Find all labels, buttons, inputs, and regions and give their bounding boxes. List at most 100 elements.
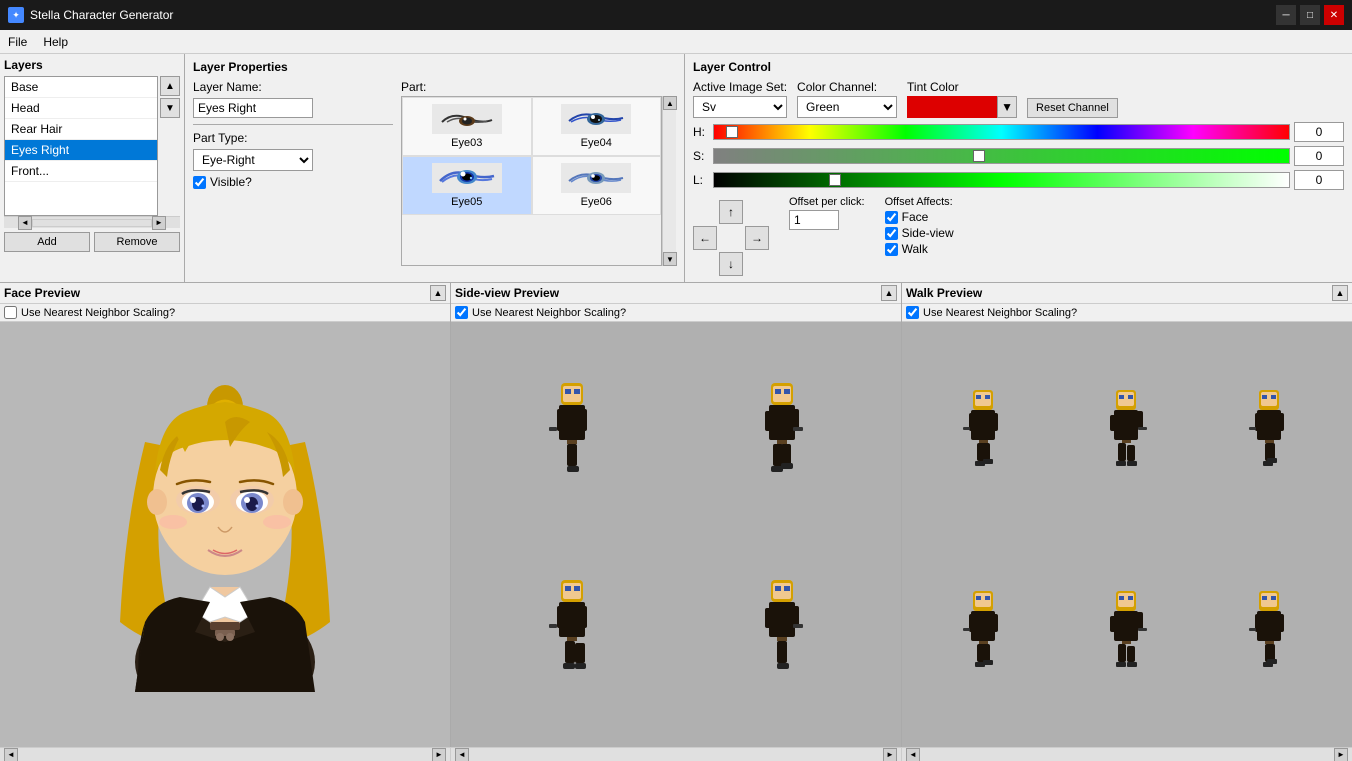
eye03-label: Eye03 <box>451 137 482 149</box>
layer-move-down-button[interactable]: ▼ <box>160 98 180 118</box>
menu-file[interactable]: File <box>0 33 35 51</box>
walk-hscroll-section[interactable]: ◄ ► <box>902 748 1352 761</box>
layer-item-head[interactable]: Head <box>5 98 157 119</box>
offset-per-click-input[interactable] <box>789 210 839 230</box>
s-slider-track[interactable] <box>713 148 1290 164</box>
offset-affects-col: Offset Affects: Face Side-view Walk <box>885 196 954 276</box>
s-slider-thumb[interactable] <box>973 150 985 162</box>
visible-row: Visible? <box>193 175 393 189</box>
walk-scroll-up[interactable]: ▲ <box>1332 285 1348 301</box>
h-slider-track[interactable] <box>713 124 1290 140</box>
tint-color-swatch[interactable] <box>907 96 997 118</box>
part-eye06[interactable]: Eye06 <box>532 156 662 215</box>
sideview-preview-title: Side-view Preview <box>455 286 559 300</box>
layer-control-title: Layer Control <box>693 60 1344 74</box>
l-value-input[interactable] <box>1294 170 1344 190</box>
layer-name-input[interactable] <box>193 98 313 118</box>
face-preview-panel: Face Preview ▲ Use Nearest Neighbor Scal… <box>0 283 451 747</box>
layer-move-up-button[interactable]: ▲ <box>160 76 180 96</box>
s-value-input[interactable] <box>1294 146 1344 166</box>
color-channel-select[interactable]: Green Red Blue <box>797 96 897 118</box>
title-bar-left: ✦ Stella Character Generator <box>8 7 173 23</box>
layers-scroll-left[interactable]: ◄ <box>18 216 32 230</box>
visible-checkbox[interactable] <box>193 176 206 189</box>
layers-scroll-right[interactable]: ► <box>152 216 166 230</box>
sideview-checkbox[interactable] <box>885 227 898 240</box>
eye04-label: Eye04 <box>581 137 612 149</box>
layer-item-base[interactable]: Base <box>5 77 157 98</box>
offset-right-button[interactable]: → <box>745 226 769 250</box>
h-label: H: <box>693 125 709 139</box>
layer-name-label: Layer Name: <box>193 80 273 94</box>
reset-channel-button[interactable]: Reset Channel <box>1027 98 1118 118</box>
eye06-label: Eye06 <box>581 196 612 208</box>
offset-per-click-col: Offset per click: <box>789 196 865 276</box>
sideview-nearest-neighbor-checkbox[interactable] <box>455 306 468 319</box>
face-hscroll-section[interactable]: ◄ ► <box>0 748 451 761</box>
part-type-select[interactable]: Eye-Right Eye-Left Mouth Nose <box>193 149 313 171</box>
sideview-preview-panel: Side-view Preview ▲ Use Nearest Neighbor… <box>451 283 902 747</box>
tint-color-row: Tint Color ▼ <box>907 80 1017 118</box>
part-vscroll-up[interactable]: ▲ <box>663 96 677 110</box>
face-scroll-up[interactable]: ▲ <box>430 285 446 301</box>
layers-hscroll[interactable]: ◄ ► <box>4 216 180 228</box>
close-button[interactable]: ✕ <box>1324 5 1344 25</box>
offset-left-button[interactable]: ← <box>693 226 717 250</box>
sideview-hscroll-left[interactable]: ◄ <box>455 748 469 761</box>
offset-up-button[interactable]: ↑ <box>719 200 743 224</box>
face-checkbox[interactable] <box>885 211 898 224</box>
face-hscroll-right[interactable]: ► <box>432 748 446 761</box>
face-hscroll-left[interactable]: ◄ <box>4 748 18 761</box>
l-slider-thumb[interactable] <box>829 174 841 186</box>
offset-affects-label: Offset Affects: <box>885 196 954 208</box>
sideview-hscroll-right[interactable]: ► <box>883 748 897 761</box>
walk-hscroll-right[interactable]: ► <box>1334 748 1348 761</box>
layer-name-row: Layer Name: <box>193 80 393 94</box>
walk-hscroll-left[interactable]: ◄ <box>906 748 920 761</box>
offset-down-button[interactable]: ↓ <box>719 252 743 276</box>
part-label: Part: <box>401 80 676 94</box>
visible-label: Visible? <box>210 175 252 189</box>
part-type-label: Part Type: <box>193 131 273 145</box>
part-vscroll-down[interactable]: ▼ <box>663 252 677 266</box>
remove-layer-button[interactable]: Remove <box>94 232 180 252</box>
face-label: Face <box>902 210 929 224</box>
part-grid-wrapper[interactable]: Eye03 <box>401 96 662 266</box>
part-eye05[interactable]: Eye05 <box>402 156 532 215</box>
layer-left-col: Layer Name: Part Type: Eye-Right Eye-Lef… <box>193 80 393 266</box>
title-bar-controls[interactable]: ─ □ ✕ <box>1276 5 1344 25</box>
layers-list[interactable]: Base Head Rear Hair Eyes Right Front... <box>4 76 158 216</box>
sideview-scroll-up[interactable]: ▲ <box>881 285 897 301</box>
part-eye04[interactable]: Eye04 <box>532 97 662 156</box>
eye05-image <box>432 163 502 193</box>
h-slider-thumb[interactable] <box>726 126 738 138</box>
h-value-input[interactable] <box>1294 122 1344 142</box>
maximize-button[interactable]: □ <box>1300 5 1320 25</box>
layer-item-eyes-right[interactable]: Eyes Right <box>5 140 157 161</box>
part-eye03[interactable]: Eye03 <box>402 97 532 156</box>
face-nearest-neighbor-checkbox[interactable] <box>4 306 17 319</box>
menu-help[interactable]: Help <box>35 33 76 51</box>
top-panels: Layers Base Head Rear Hair Eyes Right Fr… <box>0 54 1352 283</box>
sideview-nearest-neighbor-row: Use Nearest Neighbor Scaling? <box>451 304 901 322</box>
main-content: Layers Base Head Rear Hair Eyes Right Fr… <box>0 54 1352 761</box>
sideview-hscroll-section[interactable]: ◄ ► <box>451 748 902 761</box>
walk-sprite-4 <box>917 539 1052 733</box>
part-vscroll-track[interactable] <box>663 110 676 252</box>
layer-properties-panel: Layer Properties Layer Name: Part Type: … <box>185 54 685 282</box>
layer-item-rear-hair[interactable]: Rear Hair <box>5 119 157 140</box>
walk-nearest-neighbor-checkbox[interactable] <box>906 306 919 319</box>
add-layer-button[interactable]: Add <box>4 232 90 252</box>
layers-list-container: Base Head Rear Hair Eyes Right Front... … <box>4 76 180 216</box>
layer-item-front[interactable]: Front... <box>5 161 157 182</box>
layers-panel-title: Layers <box>4 58 180 72</box>
part-grid-vscroll[interactable]: ▲ ▼ <box>662 96 676 266</box>
s-slider-row: S: <box>693 146 1344 166</box>
l-slider-track[interactable] <box>713 172 1290 188</box>
h-slider-row: H: <box>693 122 1344 142</box>
minimize-button[interactable]: ─ <box>1276 5 1296 25</box>
walk-checkbox[interactable] <box>885 243 898 256</box>
layer-properties-title: Layer Properties <box>193 60 676 74</box>
tint-dropdown-button[interactable]: ▼ <box>997 96 1017 118</box>
active-image-set-select[interactable]: Sv Walk Face <box>693 96 787 118</box>
